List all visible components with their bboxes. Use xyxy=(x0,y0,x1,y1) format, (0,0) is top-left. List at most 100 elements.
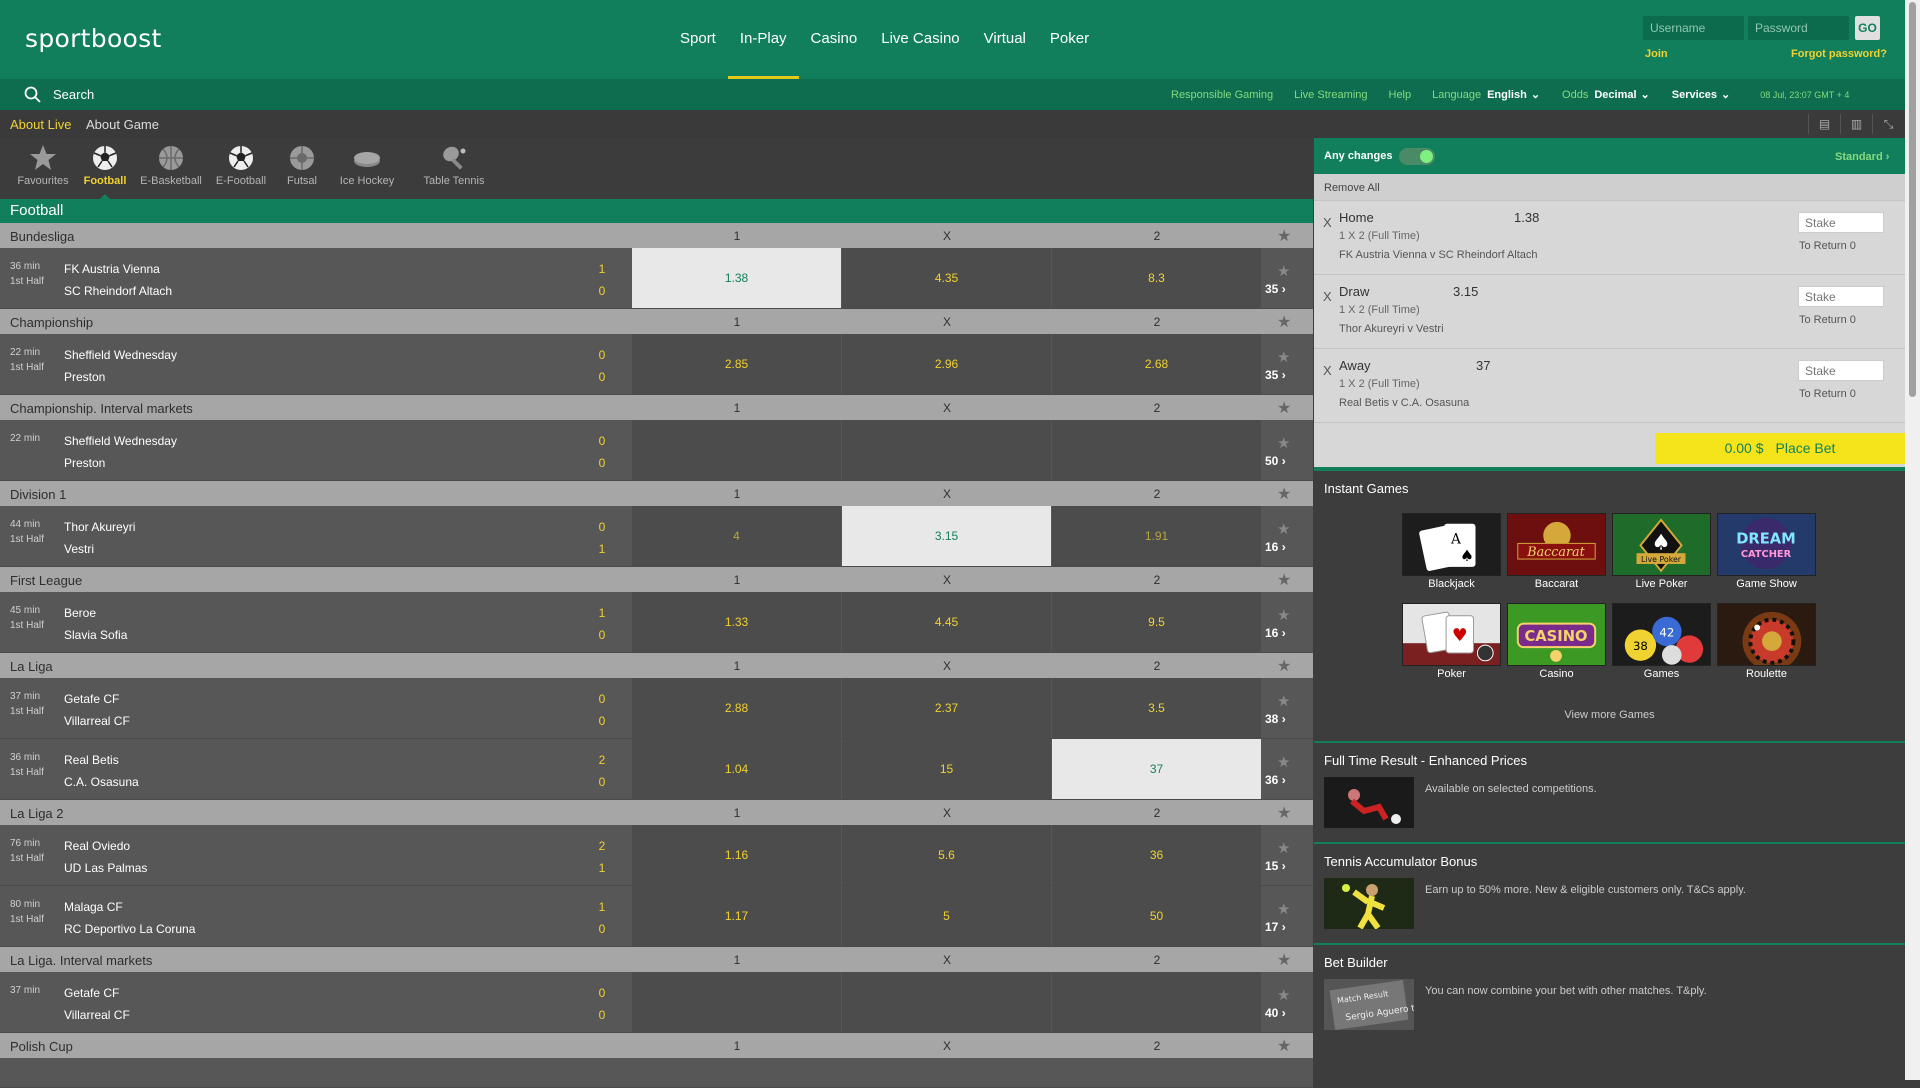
game-tile-baccarat[interactable]: Baccarat Baccarat xyxy=(1507,513,1606,590)
calculator-icon[interactable]: ▤ xyxy=(1808,114,1840,134)
odds-draw-button[interactable]: 3.15 xyxy=(842,506,1051,566)
odds-home-button[interactable]: 4 xyxy=(632,506,841,566)
odds-draw-button[interactable]: 5.6 xyxy=(842,825,1051,885)
game-thumbnail[interactable]: ♥ xyxy=(1402,603,1501,666)
nav-poker[interactable]: Poker xyxy=(1038,0,1101,79)
odds-home-button[interactable]: 1.17 xyxy=(632,886,841,946)
favourite-star-icon[interactable]: ★ xyxy=(1277,692,1290,710)
game-thumbnail[interactable]: CASINO xyxy=(1507,603,1606,666)
favourite-star-icon[interactable]: ★ xyxy=(1277,1036,1291,1056)
odds-draw-button[interactable]: 15 xyxy=(842,739,1051,799)
odds-draw-button[interactable]: 4.45 xyxy=(842,592,1051,652)
game-thumbnail[interactable]: Baccarat xyxy=(1507,513,1606,576)
remove-selection-icon[interactable]: X xyxy=(1323,215,1332,230)
home-team[interactable]: Thor Akureyri xyxy=(64,520,135,534)
event-row[interactable]: 76 min 1st Half Real Oviedo UD Las Palmas 2 1… xyxy=(0,825,1313,886)
away-team[interactable]: Slavia Sofia xyxy=(64,628,127,642)
odds-home-button[interactable]: 1.16 xyxy=(632,825,841,885)
home-team[interactable]: Malaga CF xyxy=(64,900,123,914)
home-team[interactable]: Sheffield Wednesday xyxy=(64,348,177,362)
game-thumbnail[interactable] xyxy=(1717,603,1816,666)
odds-select[interactable]: Decimal ⌄ xyxy=(1594,88,1649,101)
favourite-star-icon[interactable]: ★ xyxy=(1277,950,1291,970)
odds-away-button[interactable]: 37 xyxy=(1052,739,1261,799)
odds-draw-button[interactable] xyxy=(842,420,1051,480)
game-tile-blackjack[interactable]: A ♠ Blackjack xyxy=(1402,513,1501,590)
promo-card[interactable]: Bet Builder Match Result Sergio Aguero to Y… xyxy=(1314,943,1905,1044)
home-team[interactable]: Real Oviedo xyxy=(64,839,130,853)
game-tile-roulette[interactable]: Roulette xyxy=(1717,603,1816,680)
home-team[interactable]: Beroe xyxy=(64,606,96,620)
favourite-star-icon[interactable]: ★ xyxy=(1277,398,1291,418)
game-tile-games[interactable]: 38 42 Games xyxy=(1612,603,1711,680)
event-row[interactable]: 45 min 1st Half Beroe Slavia Sofia 1 0 1.33 4.4… xyxy=(0,592,1313,653)
forgot-password-link[interactable]: Forgot password? xyxy=(1791,48,1887,60)
favourite-star-icon[interactable]: ★ xyxy=(1277,570,1291,590)
promo-card[interactable]: Full Time Result - Enhanced Prices Availa… xyxy=(1314,741,1905,842)
collapse-icon[interactable]: ⤡ xyxy=(1872,114,1904,134)
odds-home-button[interactable]: 2.85 xyxy=(632,334,841,394)
page-scrollbar[interactable] xyxy=(1905,0,1920,1080)
game-tile-game-show[interactable]: DREAM CATCHER Game Show xyxy=(1717,513,1816,590)
away-team[interactable]: SC Rheindorf Altach xyxy=(64,284,172,298)
odds-away-button[interactable]: 8.3 xyxy=(1052,248,1261,308)
away-team[interactable]: Preston xyxy=(64,370,105,384)
odds-away-button[interactable]: 36 xyxy=(1052,825,1261,885)
join-link[interactable]: Join xyxy=(1645,48,1668,60)
tab-futsal[interactable]: Futsal xyxy=(282,138,322,199)
home-team[interactable]: Getafe CF xyxy=(64,986,119,1000)
home-team[interactable]: Real Betis xyxy=(64,753,119,767)
favourite-star-icon[interactable]: ★ xyxy=(1277,606,1290,624)
odds-away-button[interactable]: 2.68 xyxy=(1052,334,1261,394)
home-team[interactable]: FK Austria Vienna xyxy=(64,262,160,276)
game-tile-poker[interactable]: ♥ Poker xyxy=(1402,603,1501,680)
away-team[interactable]: Villarreal CF xyxy=(64,1008,130,1022)
scrollbar-thumb[interactable] xyxy=(1909,2,1916,397)
favourite-star-icon[interactable]: ★ xyxy=(1277,520,1290,538)
username-input[interactable] xyxy=(1643,16,1744,40)
odds-home-button[interactable]: 1.33 xyxy=(632,592,841,652)
promo-card[interactable]: Tennis Accumulator Bonus Earn up to 50% m… xyxy=(1314,842,1905,943)
tab-football[interactable]: Football xyxy=(83,138,127,200)
favourite-star-icon[interactable]: ★ xyxy=(1277,839,1290,857)
sportboost-logo[interactable]: sportboost xyxy=(25,24,162,53)
away-team[interactable]: C.A. Osasuna xyxy=(64,775,139,789)
remove-selection-icon[interactable]: X xyxy=(1323,363,1332,378)
tab-ice-hockey[interactable]: Ice Hockey xyxy=(331,138,403,199)
view-more-games-link[interactable]: View more Games xyxy=(1314,709,1905,721)
odds-draw-button[interactable]: 2.37 xyxy=(842,678,1051,738)
nav-in-play[interactable]: In-Play xyxy=(727,0,799,79)
game-thumbnail[interactable]: 38 42 xyxy=(1612,603,1711,666)
event-row[interactable]: 36 min 1st Half Real Betis C.A. Osasuna 2 0 1.… xyxy=(0,739,1313,800)
event-row[interactable]: 80 min 1st Half Malaga CF RC Deportivo La C… xyxy=(0,886,1313,947)
away-team[interactable]: UD Las Palmas xyxy=(64,861,147,875)
any-changes-toggle[interactable] xyxy=(1399,148,1435,165)
home-team[interactable]: Getafe CF xyxy=(64,692,119,706)
event-row[interactable]: 36 min 1st Half FK Austria Vienna SC Rheind… xyxy=(0,248,1313,309)
favourite-star-icon[interactable]: ★ xyxy=(1277,900,1290,918)
odds-draw-button[interactable]: 4.35 xyxy=(842,248,1051,308)
away-team[interactable]: Preston xyxy=(64,456,105,470)
remove-selection-icon[interactable]: X xyxy=(1323,289,1332,304)
game-thumbnail[interactable]: A ♠ xyxy=(1402,513,1501,576)
event-row[interactable]: 37 min 1st Half Getafe CF Villarreal CF 0 0 2.… xyxy=(0,678,1313,739)
remove-all-button[interactable]: Remove All xyxy=(1314,174,1905,200)
away-team[interactable]: RC Deportivo La Coruna xyxy=(64,922,195,936)
language-select[interactable]: English ⌄ xyxy=(1487,88,1540,101)
nav-virtual[interactable]: Virtual xyxy=(972,0,1038,79)
odds-away-button[interactable]: 50 xyxy=(1052,886,1261,946)
event-row[interactable]: 22 min Sheffield Wednesday Preston 0 0 ★ 50 › xyxy=(0,420,1313,481)
tab-about-live[interactable]: About Live xyxy=(10,117,71,132)
responsible-gaming-link[interactable]: Responsible Gaming xyxy=(1171,89,1273,101)
game-thumbnail[interactable]: DREAM CATCHER xyxy=(1717,513,1816,576)
more-markets-link[interactable]: 50 › xyxy=(1265,454,1286,468)
odds-draw-button[interactable]: 5 xyxy=(842,886,1051,946)
help-link[interactable]: Help xyxy=(1389,89,1412,101)
stats-icon[interactable]: ▥ xyxy=(1840,114,1872,134)
favourite-star-icon[interactable]: ★ xyxy=(1277,434,1290,452)
nav-live-casino[interactable]: Live Casino xyxy=(869,0,971,79)
more-markets-link[interactable]: 17 › xyxy=(1265,920,1286,934)
tab-e-football[interactable]: E-Football xyxy=(213,138,269,199)
nav-casino[interactable]: Casino xyxy=(799,0,870,79)
tab-favourites[interactable]: Favourites xyxy=(8,138,78,199)
